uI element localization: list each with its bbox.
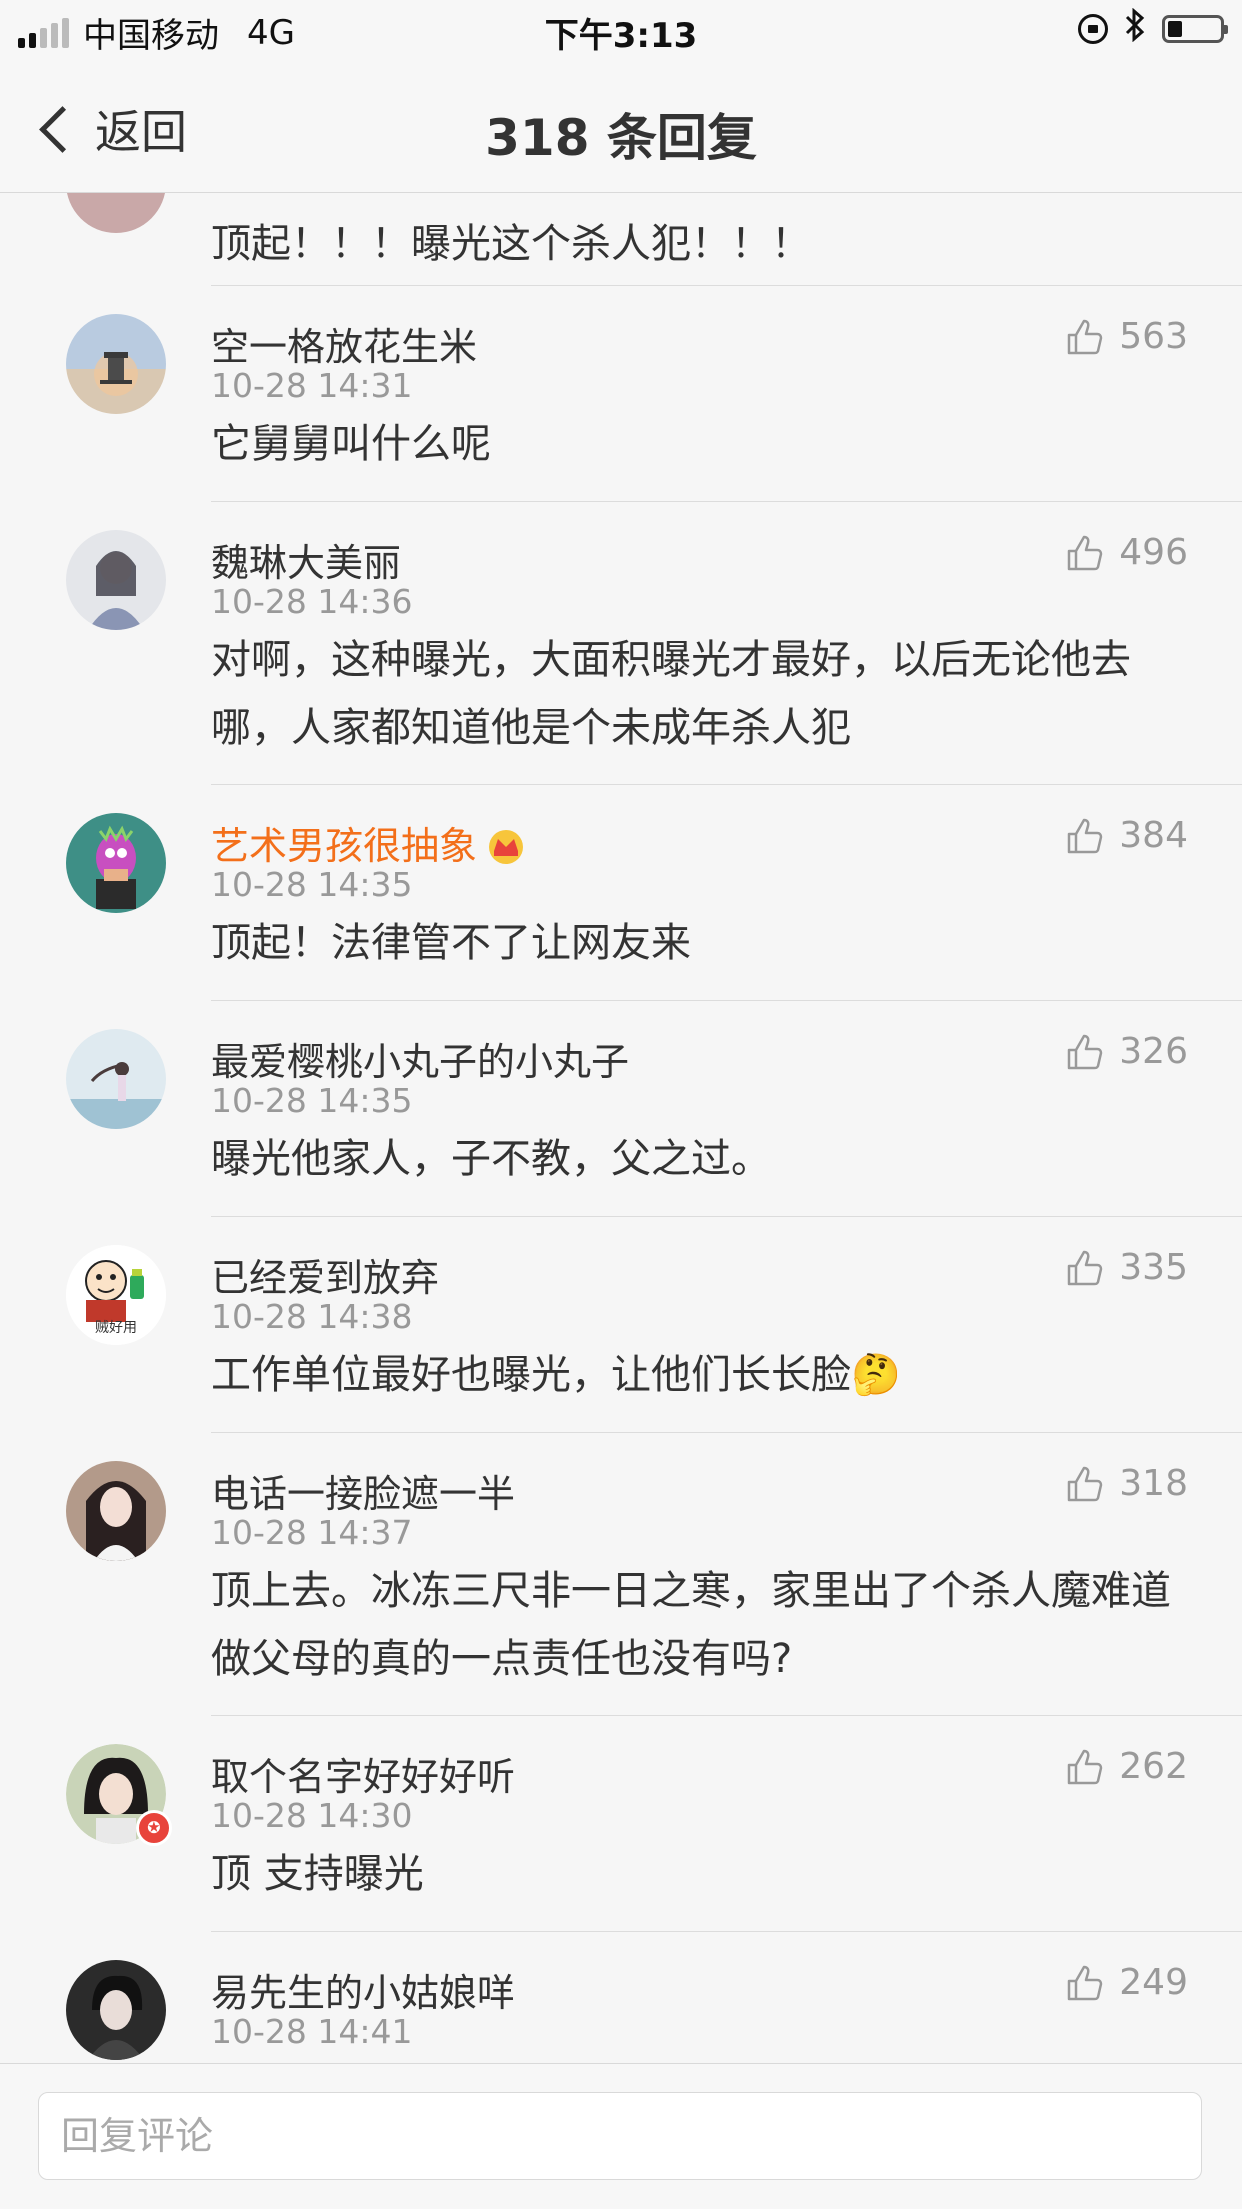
- thumbs-up-icon: [1068, 1466, 1103, 1501]
- like-count: 335: [1119, 1247, 1188, 1288]
- like-count: 496: [1119, 532, 1188, 573]
- page-title: 318 条回复: [485, 109, 757, 167]
- like-count: 326: [1119, 1031, 1188, 1072]
- comment-text: 顶 支持曝光: [211, 1851, 424, 1897]
- avatar-caption: 贼好用: [95, 1320, 137, 1336]
- timestamp: 10-28 14:35: [211, 1081, 413, 1120]
- list-item[interactable]: 魏琳大美丽 496 10-28 14:36 对啊，这种曝光，大面积曝光才最好，以…: [0, 502, 1242, 785]
- user-name[interactable]: 易先生的小姑娘咩: [211, 1962, 515, 2017]
- thumbs-up-icon: [1068, 1965, 1103, 2000]
- like-count: 262: [1119, 1746, 1188, 1787]
- battery-icon: [1162, 15, 1228, 43]
- like-button[interactable]: 563: [1065, 316, 1188, 357]
- user-name[interactable]: 艺术男孩很抽象: [211, 815, 527, 870]
- like-count: 318: [1119, 1463, 1188, 1504]
- list-item[interactable]: ✪ 取个名字好好好听 262 10-28 14:30 顶 支持曝光: [0, 1716, 1242, 1932]
- avatar[interactable]: 贼好用: [66, 1245, 166, 1345]
- user-name[interactable]: 已经爱到放弃: [211, 1247, 439, 1302]
- comment-list[interactable]: 顶起！！！曝光这个杀人犯！！！ 空一格放花生米 563 10-28 14:31 …: [0, 193, 1242, 2063]
- like-button[interactable]: 318: [1065, 1463, 1188, 1504]
- like-button[interactable]: 262: [1065, 1746, 1188, 1787]
- nav-bar: 返回 318 条回复: [0, 62, 1242, 193]
- user-name[interactable]: 取个名字好好好听: [211, 1746, 515, 1801]
- comment-text: 顶起！！！曝光这个杀人犯！！！: [211, 221, 811, 267]
- list-item[interactable]: 空一格放花生米 563 10-28 14:31 它舅舅叫什么呢: [0, 286, 1242, 502]
- list-item[interactable]: 贼好用 已经爱到放弃 335 10-28 14:38 工作单位最好也曝光，让他们…: [0, 1217, 1242, 1433]
- avatar[interactable]: [66, 1960, 166, 2060]
- timestamp: 10-28 14:41: [211, 2012, 413, 2051]
- reply-bar: 回复评论: [0, 2063, 1242, 2209]
- orientation-lock-icon: [1078, 14, 1108, 44]
- comment-text: 对啊，这种曝光，大面积曝光才最好，以后无论他去哪，人家都知道他是个未成年杀人犯: [211, 637, 1131, 751]
- timestamp: 10-28 14:37: [211, 1513, 413, 1552]
- thumbs-up-icon: [1068, 535, 1103, 570]
- comment-text: 顶起！法律管不了让网友来: [211, 920, 691, 966]
- list-item[interactable]: 艺术男孩很抽象 384 10-28 14:35 顶起！法律管不了让网友来: [0, 785, 1242, 1001]
- comment-text: 它舅舅叫什么呢: [211, 421, 491, 467]
- list-item[interactable]: 电话一接脸遮一半 318 10-28 14:37 顶上去。冰冻三尺非一日之寒，家…: [0, 1433, 1242, 1716]
- user-name[interactable]: 电话一接脸遮一半: [211, 1463, 515, 1518]
- user-name[interactable]: 空一格放花生米: [211, 316, 477, 371]
- vip-crown-icon: [489, 830, 524, 864]
- user-name[interactable]: 最爱樱桃小丸子的小丸子: [211, 1031, 629, 1086]
- like-count: 563: [1119, 316, 1188, 357]
- avatar[interactable]: [66, 1029, 166, 1129]
- comment-text: 顶上去。冰冻三尺非一日之寒，家里出了个杀人魔难道做父母的真的一点责任也没有吗?: [211, 1568, 1171, 1682]
- reply-input[interactable]: 回复评论: [38, 2092, 1202, 2180]
- thumbs-up-icon: [1068, 1749, 1103, 1784]
- comment-text: 工作单位最好也曝光，让他们长长脸🤔: [211, 1352, 901, 1398]
- timestamp: 10-28 14:36: [211, 582, 413, 621]
- thumbs-up-icon: [1068, 1034, 1103, 1069]
- thumbs-up-icon: [1068, 818, 1103, 853]
- thumbs-up-icon: [1068, 1250, 1103, 1285]
- clock: 下午3:13: [544, 16, 698, 56]
- avatar[interactable]: [66, 813, 166, 913]
- verified-badge-icon: ✪: [136, 1810, 172, 1846]
- like-count: 249: [1119, 1962, 1188, 2003]
- like-button[interactable]: 249: [1065, 1962, 1188, 2003]
- user-name[interactable]: 魏琳大美丽: [211, 532, 401, 587]
- timestamp: 10-28 14:31: [211, 366, 413, 405]
- like-button[interactable]: 326: [1065, 1031, 1188, 1072]
- list-item[interactable]: 顶起！！！曝光这个杀人犯！！！: [0, 193, 1242, 286]
- comment-text: 曝光他家人，子不教，父之过。: [211, 1136, 771, 1182]
- avatar[interactable]: [66, 1461, 166, 1561]
- avatar[interactable]: ✪: [66, 1744, 172, 1846]
- like-button[interactable]: 496: [1065, 532, 1188, 573]
- timestamp: 10-28 14:38: [211, 1297, 413, 1336]
- timestamp: 10-28 14:35: [211, 865, 413, 904]
- avatar[interactable]: [66, 314, 166, 414]
- avatar[interactable]: [66, 193, 166, 233]
- timestamp: 10-28 14:30: [211, 1796, 413, 1835]
- list-item[interactable]: 易先生的小姑娘咩 249 10-28 14:41: [0, 1932, 1242, 2063]
- like-button[interactable]: 335: [1065, 1247, 1188, 1288]
- list-item[interactable]: 最爱樱桃小丸子的小丸子 326 10-28 14:35 曝光他家人，子不教，父之…: [0, 1001, 1242, 1217]
- bluetooth-icon: [1124, 7, 1146, 50]
- user-name-text: 艺术男孩很抽象: [211, 824, 478, 868]
- thumbs-up-icon: [1068, 319, 1103, 354]
- status-bar: 中国移动 4G 下午3:13: [0, 0, 1242, 62]
- like-button[interactable]: 384: [1065, 815, 1188, 856]
- like-count: 384: [1119, 815, 1188, 856]
- avatar[interactable]: [66, 530, 166, 630]
